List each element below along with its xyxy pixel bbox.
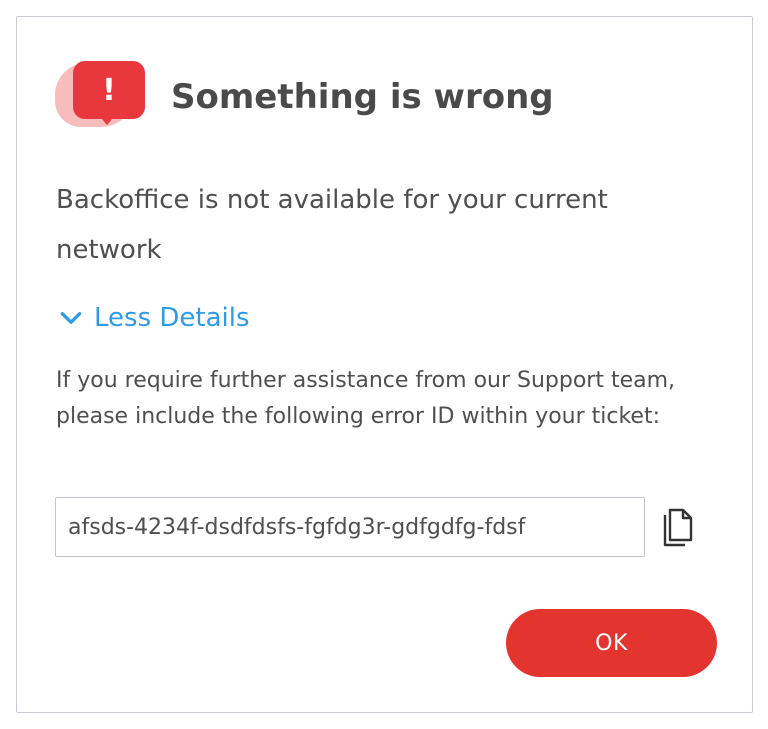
support-help-text: If you require further assistance from o…	[56, 368, 676, 429]
ok-button[interactable]: OK	[506, 609, 717, 677]
error-dialog: ! Something is wrong Backoffice is not a…	[16, 16, 753, 713]
copy-icon	[663, 508, 693, 547]
dialog-title: Something is wrong	[171, 77, 554, 117]
error-message: Backoffice is not available for your cur…	[56, 185, 608, 265]
less-details-toggle[interactable]: Less Details	[58, 303, 250, 333]
chevron-down-icon	[60, 312, 82, 324]
less-details-label: Less Details	[94, 303, 250, 333]
error-icon: !	[55, 57, 151, 137]
dialog-header: ! Something is wrong	[55, 57, 554, 137]
copy-error-id-button[interactable]	[655, 505, 699, 551]
error-id-field[interactable]	[55, 497, 645, 557]
exclamation-icon: !	[102, 72, 116, 108]
